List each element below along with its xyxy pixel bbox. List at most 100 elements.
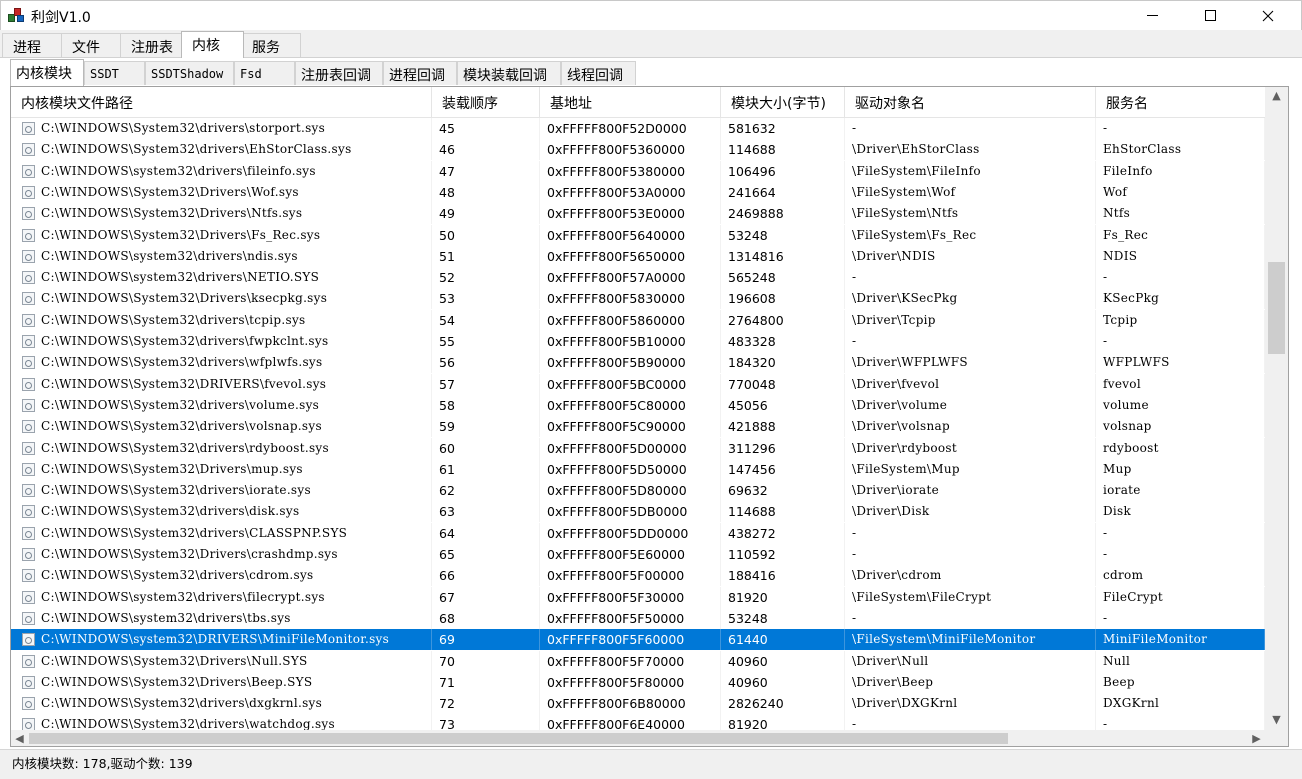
tab-module-load-callbacks[interactable]: 模块装载回调 — [457, 61, 561, 85]
table-row[interactable]: C:\WINDOWS\System32\Drivers\Fs_Rec.sys 50… — [11, 224, 1265, 246]
column-header-size[interactable]: 模块大小(字节) — [721, 87, 845, 118]
table-row[interactable]: C:\WINDOWS\System32\Drivers\mup.sys 61 0xF… — [11, 458, 1265, 480]
table-row[interactable]: C:\WINDOWS\System32\drivers\volsnap.sys 5… — [11, 416, 1265, 438]
cell-base-address: 0xFFFFF800F5B90000 — [540, 352, 721, 374]
cell-service-name: KSecPkg — [1096, 288, 1265, 310]
table-row[interactable]: C:\WINDOWS\System32\Drivers\Ntfs.sys 49 0x… — [11, 203, 1265, 225]
file-icon — [22, 441, 35, 455]
tab-kernel-modules[interactable]: 内核模块 — [10, 59, 84, 86]
cell-load-order: 56 — [432, 352, 540, 374]
cell-base-address: 0xFFFFF800F5F70000 — [540, 650, 721, 672]
table-row[interactable]: C:\WINDOWS\System32\Drivers\ksecpkg.sys 5… — [11, 288, 1265, 310]
table-row[interactable]: C:\WINDOWS\System32\drivers\iorate.sys 62… — [11, 480, 1265, 502]
tab-process-callbacks[interactable]: 进程回调 — [383, 61, 457, 85]
file-icon — [22, 611, 35, 625]
file-icon — [22, 377, 35, 391]
table-row[interactable]: C:\WINDOWS\System32\drivers\tcpip.sys 54 0… — [11, 309, 1265, 331]
cell-path: C:\WINDOWS\System32\drivers\fwpkclnt.sys — [39, 331, 432, 352]
vertical-scrollbar[interactable]: ▲ ▼ — [1265, 87, 1288, 730]
cell-size: 114688 — [721, 501, 845, 523]
column-header-driver-object[interactable]: 驱动对象名 — [845, 87, 1096, 118]
cell-service-name: EhStorClass — [1096, 139, 1265, 161]
minimize-button[interactable] — [1129, 1, 1175, 30]
column-header-base-address[interactable]: 基地址 — [540, 87, 721, 118]
tab-ssdt[interactable]: SSDT — [84, 61, 145, 85]
cell-size: 81920 — [721, 586, 845, 608]
cell-size: 241664 — [721, 181, 845, 203]
kernel-module-list[interactable]: 内核模块文件路径 装载顺序 基地址 模块大小(字节) 驱动对象名 服务名 C:\… — [10, 86, 1289, 747]
file-icon — [22, 548, 35, 561]
scroll-left-icon[interactable]: ◀ — [11, 730, 28, 746]
table-row[interactable]: C:\WINDOWS\System32\drivers\fwpkclnt.sys… — [11, 331, 1265, 352]
cell-service-name: volsnap — [1096, 416, 1265, 438]
table-row[interactable]: C:\WINDOWS\System32\Drivers\Beep.SYS 71 0x… — [11, 671, 1265, 693]
cell-path: C:\WINDOWS\System32\drivers\CLASSPNP.SYS — [39, 522, 432, 544]
table-row[interactable]: C:\WINDOWS\System32\Drivers\Null.SYS 70 0x… — [11, 650, 1265, 672]
table-row[interactable]: C:\WINDOWS\system32\drivers\NETIO.SYS 52 0… — [11, 267, 1265, 289]
tab-ssdt-shadow[interactable]: SSDTShadow — [145, 61, 234, 85]
cell-size: 565248 — [721, 267, 845, 289]
cell-load-order: 69 — [432, 629, 540, 651]
cell-service-name: volume — [1096, 394, 1265, 416]
cell-path: C:\WINDOWS\System32\Drivers\Fs_Rec.sys — [39, 224, 432, 246]
scroll-down-icon[interactable]: ▼ — [1265, 711, 1288, 728]
table-row[interactable]: C:\WINDOWS\System32\Drivers\crashdmp.sys… — [11, 544, 1265, 565]
column-header-service-name[interactable]: 服务名 — [1096, 87, 1265, 118]
cell-driver-object: \Driver\volume — [845, 394, 1096, 416]
cell-driver-object: \Driver\Tcpip — [845, 309, 1096, 331]
cell-driver-object: \Driver\KSecPkg — [845, 288, 1096, 310]
table-row[interactable]: C:\WINDOWS\System32\DRIVERS\fvevol.sys 57… — [11, 373, 1265, 395]
table-row[interactable]: C:\WINDOWS\System32\drivers\cdrom.sys 66 0… — [11, 565, 1265, 587]
table-row[interactable]: C:\WINDOWS\System32\drivers\storport.sys… — [11, 118, 1265, 139]
vertical-scroll-thumb[interactable] — [1268, 262, 1285, 354]
tab-registry-callbacks[interactable]: 注册表回调 — [295, 61, 383, 85]
table-row[interactable]: C:\WINDOWS\System32\drivers\EhStorClass.… — [11, 139, 1265, 161]
tab-services[interactable]: 服务 — [241, 33, 301, 57]
cell-service-name: rdyboost — [1096, 437, 1265, 459]
table-row[interactable]: C:\WINDOWS\system32\drivers\fileinfo.sys… — [11, 160, 1265, 182]
cell-size: 2826240 — [721, 693, 845, 715]
scroll-up-icon[interactable]: ▲ — [1265, 87, 1288, 104]
table-row[interactable]: C:\WINDOWS\System32\drivers\CLASSPNP.SYS… — [11, 522, 1265, 544]
tab-registry[interactable]: 注册表 — [120, 33, 182, 57]
table-row[interactable]: C:\WINDOWS\system32\drivers\tbs.sys 68 0xF… — [11, 607, 1265, 629]
file-icon — [22, 697, 35, 711]
table-row[interactable]: C:\WINDOWS\System32\drivers\disk.sys 63 0x… — [11, 501, 1265, 523]
column-header-path[interactable]: 内核模块文件路径 — [11, 87, 432, 118]
column-header-load-order[interactable]: 装载顺序 — [432, 87, 540, 118]
cell-load-order: 46 — [432, 139, 540, 161]
cell-load-order: 53 — [432, 288, 540, 310]
cell-load-order: 72 — [432, 693, 540, 715]
main-tab-strip: 进程 文件 注册表 内核 服务 — [0, 30, 1302, 58]
tab-fsd[interactable]: Fsd — [234, 61, 295, 85]
close-button[interactable] — [1245, 1, 1291, 30]
file-icon — [22, 292, 35, 306]
cell-service-name: Null — [1096, 650, 1265, 672]
tab-thread-callbacks[interactable]: 线程回调 — [561, 61, 636, 85]
tab-process[interactable]: 进程 — [2, 33, 64, 57]
tab-file[interactable]: 文件 — [61, 33, 121, 57]
tab-kernel[interactable]: 内核 — [181, 31, 244, 58]
table-row[interactable]: C:\WINDOWS\System32\Drivers\Wof.sys 48 0xF… — [11, 181, 1265, 203]
horizontal-scroll-thumb[interactable] — [29, 733, 1008, 744]
cell-service-name: - — [1096, 522, 1265, 544]
scroll-right-icon[interactable]: ▶ — [1248, 730, 1265, 746]
table-row[interactable]: C:\WINDOWS\System32\drivers\wfplwfs.sys 5… — [11, 352, 1265, 374]
table-row[interactable]: C:\WINDOWS\system32\drivers\ndis.sys 51 0x… — [11, 245, 1265, 267]
table-row[interactable]: C:\WINDOWS\system32\DRIVERS\MiniFileMoni… — [11, 629, 1265, 651]
cell-service-name: - — [1096, 331, 1265, 352]
cell-load-order: 45 — [432, 118, 540, 139]
cell-driver-object: \Driver\Beep — [845, 671, 1096, 693]
maximize-button[interactable] — [1187, 1, 1233, 30]
table-row[interactable]: C:\WINDOWS\system32\drivers\filecrypt.sy… — [11, 586, 1265, 608]
cell-service-name: NDIS — [1096, 245, 1265, 267]
cell-size: 114688 — [721, 139, 845, 161]
file-icon — [22, 484, 35, 498]
horizontal-scrollbar[interactable]: ◀ ▶ — [11, 730, 1288, 746]
cell-path: C:\WINDOWS\system32\drivers\fileinfo.sys — [39, 160, 432, 182]
table-row[interactable]: C:\WINDOWS\System32\drivers\volume.sys 58… — [11, 394, 1265, 416]
cell-service-name: MiniFileMonitor — [1096, 629, 1265, 651]
table-row[interactable]: C:\WINDOWS\System32\drivers\dxgkrnl.sys 7… — [11, 693, 1265, 715]
table-row[interactable]: C:\WINDOWS\System32\drivers\rdyboost.sys… — [11, 437, 1265, 459]
cell-base-address: 0xFFFFF800F5B10000 — [540, 331, 721, 352]
